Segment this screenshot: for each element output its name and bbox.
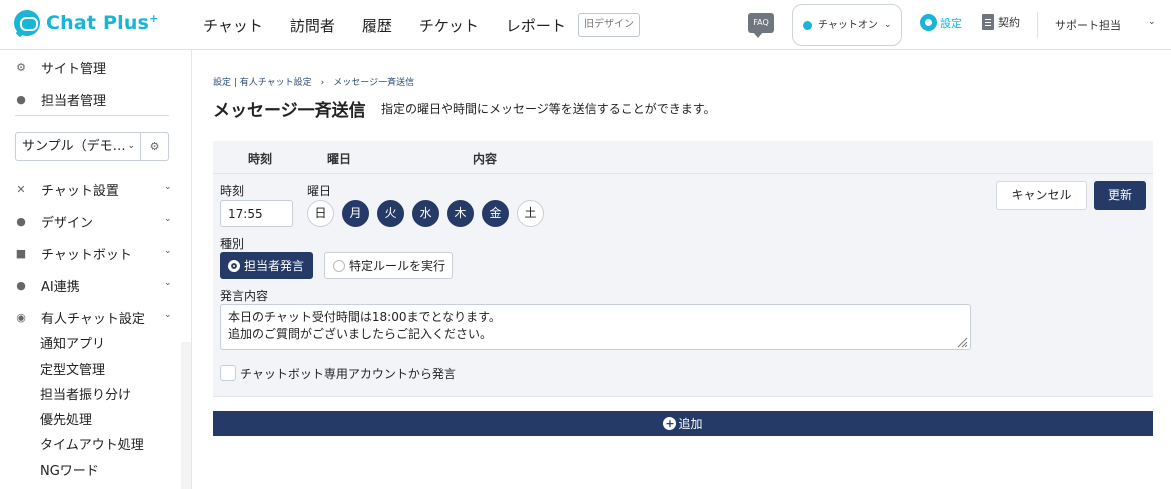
sidebar-item-label: デザイン — [41, 216, 94, 231]
main-nav: チャット 訪問者 履歴 チケット レポート — [203, 0, 593, 50]
sidebar-divider — [15, 115, 169, 116]
logo-text: Chat Plus+ — [46, 12, 159, 34]
resize-handle-icon[interactable] — [956, 336, 968, 348]
logo[interactable]: Chat Plus+ — [14, 10, 158, 36]
chevron-down-icon[interactable]: ⌄ — [164, 246, 172, 256]
users-icon: ● — [16, 92, 26, 106]
type-radio-rule-label: 特定ルールを実行 — [349, 259, 446, 273]
chevron-down-icon[interactable]: ⌄ — [164, 310, 172, 320]
contract-link[interactable]: 契約 — [982, 14, 1020, 30]
sidebar-item-label: 担当者管理 — [41, 94, 107, 109]
chevron-down-icon: ⌄ — [127, 141, 135, 151]
sidebar-subitem-assignment[interactable]: 担当者振り分け — [40, 384, 131, 403]
sidebar-item-design[interactable]: ● デザイン — [15, 212, 93, 231]
contract-label: 契約 — [998, 16, 1020, 29]
day-toggle-1[interactable]: 月 — [342, 200, 369, 227]
document-icon — [982, 14, 994, 30]
sidebar-item-label: サイト管理 — [41, 62, 107, 77]
chevron-down-icon[interactable]: ⌄ — [1148, 17, 1156, 27]
faq-icon[interactable]: FAQ — [748, 13, 774, 38]
palette-icon: ● — [16, 214, 26, 228]
column-header-content: 内容 — [473, 152, 498, 166]
status-label: チャットオン — [818, 19, 878, 31]
sidebar-item-label: チャットボット — [41, 248, 132, 263]
sidebar: ⚙ サイト管理 ● 担当者管理 サンプル（デモ… ⌄ ⚙ ✕ チャット設置 ⌄ … — [0, 50, 192, 489]
plus-circle-icon: + — [663, 417, 677, 430]
cancel-button[interactable]: キャンセル — [996, 181, 1087, 210]
sidebar-item-label: チャット設置 — [41, 184, 119, 199]
chatbot-account-checkbox[interactable] — [220, 365, 236, 381]
nav-history[interactable]: 履歴 — [362, 15, 392, 36]
sidebar-subitem-ng-words[interactable]: NGワード — [40, 460, 99, 479]
type-radio-rule[interactable]: 特定ルールを実行 — [324, 252, 453, 279]
chevron-down-icon[interactable]: ⌄ — [164, 182, 172, 192]
chevron-down-icon: ⌄ — [884, 20, 892, 30]
message-label: 発言内容 — [220, 289, 269, 303]
settings-label: 設定 — [940, 16, 962, 30]
radio-checked-icon — [228, 259, 240, 272]
operator-icon: ◉ — [16, 310, 26, 324]
column-header-time: 時刻 — [248, 152, 273, 166]
chat-icon: ■ — [15, 246, 27, 260]
sidebar-subitem-timeout[interactable]: タイムアウト処理 — [40, 434, 144, 453]
day-toggle-3[interactable]: 水 — [412, 200, 439, 227]
sidebar-subitem-priority[interactable]: 優先処理 — [40, 409, 92, 428]
add-button[interactable]: + 追加 — [213, 411, 1153, 436]
nav-chat[interactable]: チャット — [203, 15, 263, 36]
day-toggle-2[interactable]: 火 — [377, 200, 404, 227]
time-input[interactable] — [220, 200, 293, 227]
sidebar-item-site-management[interactable]: ⚙ サイト管理 — [15, 58, 106, 77]
sidebar-scrollbar[interactable] — [181, 342, 191, 489]
top-header: Chat Plus+ チャット 訪問者 履歴 チケット レポート 旧デザイン F… — [0, 0, 1171, 50]
site-select[interactable]: サンプル（デモ… ⌄ — [15, 132, 141, 161]
chat-status-select[interactable]: チャットオン ⌄ — [792, 4, 902, 46]
site-settings-gear-icon[interactable]: ⚙ — [141, 132, 169, 161]
sidebar-item-ai[interactable]: ● AI連携 — [15, 276, 80, 295]
sidebar-item-chatbot[interactable]: ■ チャットボット — [15, 244, 132, 263]
sidebar-item-staff-management[interactable]: ● 担当者管理 — [15, 90, 106, 109]
gear-icon — [920, 14, 937, 31]
sidebar-item-label: 有人チャット設定 — [41, 312, 145, 327]
header-divider — [1037, 12, 1038, 38]
sidebar-subitem-templates[interactable]: 定型文管理 — [40, 359, 105, 378]
nav-visitors[interactable]: 訪問者 — [290, 15, 335, 36]
page-title: メッセージ一斉送信 — [213, 101, 366, 121]
chatbot-account-label[interactable]: チャットボット専用アカウントから発言 — [240, 365, 456, 382]
gear-icon: ⚙ — [16, 60, 26, 74]
type-radio-staff-label: 担当者発言 — [244, 259, 305, 273]
day-label: 曜日 — [307, 184, 332, 198]
nav-reports[interactable]: レポート — [506, 15, 566, 36]
message-textarea[interactable]: 本日のチャット受付時間は18:00までとなります。 追加のご質問がございましたら… — [220, 304, 971, 350]
user-menu[interactable]: サポート担当 — [1055, 17, 1121, 33]
sidebar-item-chat-settings[interactable]: ✕ チャット設置 — [15, 180, 119, 199]
add-button-label: 追加 — [678, 417, 703, 431]
sidebar-item-manned-chat[interactable]: ◉ 有人チャット設定 — [15, 308, 145, 327]
day-toggle-4[interactable]: 木 — [447, 200, 474, 227]
day-toggle-6[interactable]: 土 — [517, 200, 544, 227]
old-design-button[interactable]: 旧デザイン — [578, 13, 640, 37]
day-toggle-0[interactable]: 日 — [307, 200, 334, 227]
page-description: 指定の曜日や時間にメッセージ等を送信することができます。 — [381, 102, 716, 116]
chevron-down-icon[interactable]: ⌄ — [164, 278, 172, 288]
status-dot-icon — [803, 20, 812, 30]
breadcrumb[interactable]: 設定 | 有人チャット設定 › メッセージ一斉送信 — [213, 75, 414, 88]
sidebar-item-label: AI連携 — [41, 280, 80, 295]
time-label: 時刻 — [220, 184, 245, 198]
update-button[interactable]: 更新 — [1094, 181, 1146, 210]
type-radio-staff[interactable]: 担当者発言 — [220, 252, 313, 279]
table-header: 時刻 曜日 内容 — [213, 141, 1153, 174]
site-select-value: サンプル（デモ… — [22, 139, 126, 154]
tools-icon: ✕ — [16, 182, 26, 196]
chat-bubble-icon — [14, 10, 40, 36]
nav-tickets[interactable]: チケット — [419, 15, 479, 36]
column-header-day: 曜日 — [327, 152, 352, 166]
day-toggle-5[interactable]: 金 — [482, 200, 509, 227]
sidebar-subitem-notification-app[interactable]: 通知アプリ — [40, 333, 105, 352]
type-label: 種別 — [220, 237, 245, 251]
settings-link[interactable]: 設定 — [920, 14, 962, 31]
ai-icon: ● — [16, 278, 26, 292]
chevron-down-icon[interactable]: ⌄ — [164, 214, 172, 224]
radio-unchecked-icon — [333, 259, 345, 272]
